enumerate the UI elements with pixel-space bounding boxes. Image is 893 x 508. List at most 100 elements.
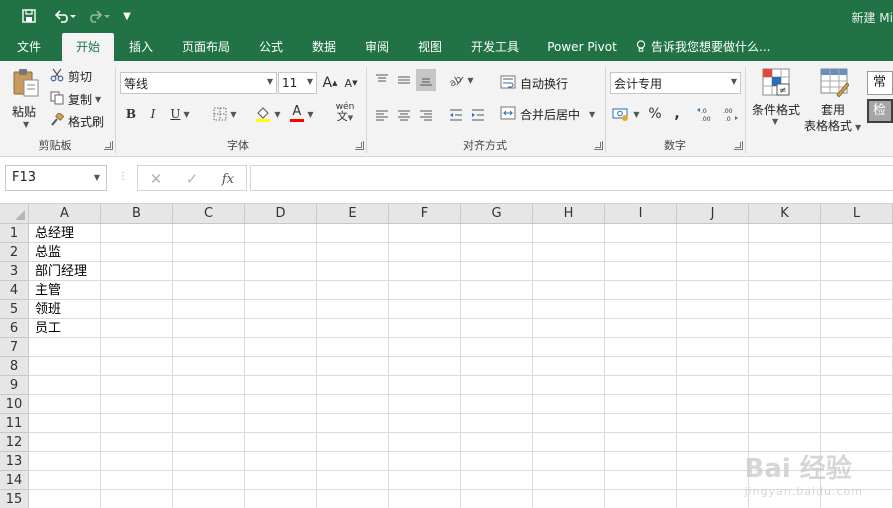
cell-style-check[interactable]: 检查	[867, 99, 893, 123]
wrap-text-button[interactable]: 自动换行	[500, 73, 568, 93]
alignment-launcher-icon[interactable]	[594, 141, 603, 150]
cell-A1[interactable]: 总经理	[35, 224, 74, 243]
cancel-entry-button[interactable]: ✕	[144, 168, 168, 190]
redo-button[interactable]	[84, 4, 114, 28]
chevron-down-icon: ▼	[230, 109, 237, 119]
row-header-6[interactable]: 6	[0, 319, 29, 338]
clipboard-launcher-icon[interactable]	[104, 141, 113, 150]
save-button[interactable]	[18, 4, 40, 28]
number-launcher-icon[interactable]	[734, 141, 743, 150]
formula-bar-resize-handle[interactable]: ⋮	[118, 171, 128, 182]
comma-button[interactable]: ,	[667, 103, 687, 125]
borders-button[interactable]: ▼	[208, 103, 242, 125]
column-header-J[interactable]: J	[677, 204, 749, 224]
decrease-indent-button[interactable]	[446, 104, 466, 126]
cut-button[interactable]: 剪切	[50, 66, 92, 86]
align-right-button[interactable]	[416, 104, 436, 126]
insert-function-button[interactable]: fx	[216, 168, 240, 190]
tab-view[interactable]: 视图	[407, 33, 453, 61]
row-header-8[interactable]: 8	[0, 357, 29, 376]
tab-page-layout[interactable]: 页面布局	[172, 33, 240, 61]
decrease-decimal-button[interactable]: .00.0	[719, 103, 741, 125]
font-launcher-icon[interactable]	[355, 141, 364, 150]
confirm-entry-button[interactable]: ✓	[180, 168, 204, 190]
orientation-button[interactable]: ab ▼	[446, 69, 476, 91]
italic-button[interactable]: I	[144, 103, 162, 125]
row-header-2[interactable]: 2	[0, 243, 29, 262]
name-box[interactable]: F13 ▼	[5, 165, 107, 191]
tab-file[interactable]: 文件	[6, 33, 52, 61]
conditional-formatting-button[interactable]: ≠ 条件格式 ▼	[750, 65, 802, 133]
format-as-table-button[interactable]: 套用 表格格式 ▼	[804, 65, 864, 133]
row-header-5[interactable]: 5	[0, 300, 29, 319]
format-painter-button[interactable]: 格式刷	[50, 111, 104, 131]
decrease-indent-icon	[450, 109, 462, 121]
cell-style-normal[interactable]: 常规	[867, 71, 893, 95]
underline-button[interactable]: U ▼	[166, 103, 194, 125]
phonetic-guide-button[interactable]: wén 文▼	[330, 101, 360, 123]
column-header-A[interactable]: A	[29, 204, 101, 224]
align-bottom-button[interactable]	[416, 69, 436, 91]
formula-input[interactable]	[250, 165, 893, 191]
tab-home[interactable]: 开始	[62, 33, 114, 61]
tab-insert[interactable]: 插入	[118, 33, 164, 61]
tell-me-box[interactable]: 告诉我您想要做什么...	[636, 33, 796, 61]
row-header-10[interactable]: 10	[0, 395, 29, 414]
cell-A6[interactable]: 员工	[35, 319, 61, 338]
column-header-L[interactable]: L	[821, 204, 893, 224]
merge-center-button[interactable]: 合并后居中 ▼	[500, 104, 595, 124]
row-header-9[interactable]: 9	[0, 376, 29, 395]
chevron-down-icon: ▼	[306, 77, 313, 86]
percent-button[interactable]: %	[645, 103, 665, 125]
row-header-3[interactable]: 3	[0, 262, 29, 281]
column-header-F[interactable]: F	[389, 204, 461, 224]
cell-A2[interactable]: 总监	[35, 243, 61, 262]
row-header-7[interactable]: 7	[0, 338, 29, 357]
column-header-C[interactable]: C	[173, 204, 245, 224]
row-header-15[interactable]: 15	[0, 490, 29, 508]
tab-formulas[interactable]: 公式	[248, 33, 294, 61]
align-top-button[interactable]	[372, 69, 392, 91]
fill-color-button[interactable]: ▼	[252, 103, 284, 125]
column-header-I[interactable]: I	[605, 204, 677, 224]
column-header-H[interactable]: H	[533, 204, 605, 224]
row-header-12[interactable]: 12	[0, 433, 29, 452]
customize-qat-button[interactable]: ▼	[118, 4, 136, 28]
cell-A3[interactable]: 部门经理	[35, 262, 87, 281]
column-header-D[interactable]: D	[245, 204, 317, 224]
cell-A4[interactable]: 主管	[35, 281, 61, 300]
shrink-font-button[interactable]: A ▼	[342, 72, 360, 94]
row-header-4[interactable]: 4	[0, 281, 29, 300]
font-size-select[interactable]: 11 ▼	[278, 72, 317, 94]
grow-font-button[interactable]: A ▲	[321, 72, 339, 94]
row-header-13[interactable]: 13	[0, 452, 29, 471]
row-header-1[interactable]: 1	[0, 224, 29, 243]
font-name-select[interactable]: 等线 ▼	[120, 72, 277, 94]
tab-data[interactable]: 数据	[301, 33, 347, 61]
column-header-B[interactable]: B	[101, 204, 173, 224]
row-header-14[interactable]: 14	[0, 471, 29, 490]
column-header-E[interactable]: E	[317, 204, 389, 224]
font-color-button[interactable]: A ▼	[286, 103, 318, 125]
row-header-11[interactable]: 11	[0, 414, 29, 433]
bold-button[interactable]: B	[122, 103, 140, 125]
align-center-button[interactable]	[394, 104, 414, 126]
undo-button[interactable]	[50, 4, 80, 28]
tab-developer[interactable]: 开发工具	[462, 33, 528, 61]
paste-button[interactable]: 粘贴 ▼	[6, 65, 44, 131]
align-middle-button[interactable]	[394, 69, 414, 91]
chevron-down-icon: ▼	[589, 109, 596, 119]
increase-decimal-button[interactable]: .0.00	[695, 103, 717, 125]
increase-indent-button[interactable]	[468, 104, 488, 126]
column-header-G[interactable]: G	[461, 204, 533, 224]
number-format-select[interactable]: 会计专用 ▼	[610, 72, 741, 94]
align-left-button[interactable]	[372, 104, 392, 126]
cell-A5[interactable]: 领班	[35, 300, 61, 319]
tab-power-pivot[interactable]: Power Pivot	[538, 33, 626, 61]
number-format-value: 会计专用	[614, 76, 663, 91]
column-header-K[interactable]: K	[749, 204, 821, 224]
select-all-button[interactable]	[0, 204, 29, 224]
accounting-format-button[interactable]: ▼	[610, 103, 642, 125]
copy-button[interactable]: 复制 ▼	[50, 89, 101, 109]
tab-review[interactable]: 审阅	[354, 33, 400, 61]
